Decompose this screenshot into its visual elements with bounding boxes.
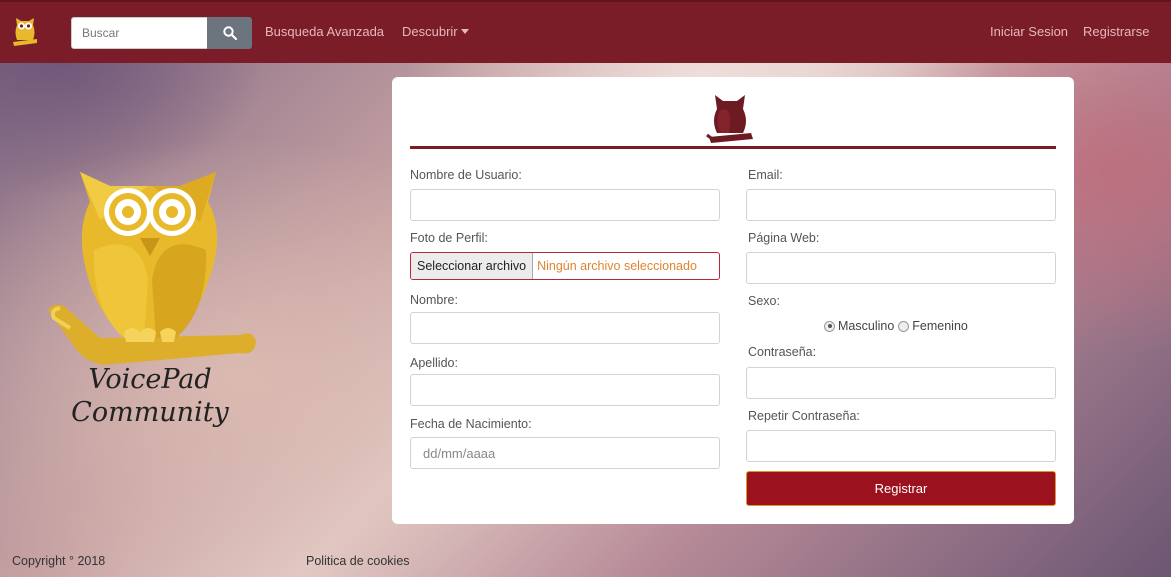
brand-line2: Community xyxy=(71,397,229,428)
register-card: Nombre de Usuario: Foto de Perfil: Selec… xyxy=(392,77,1074,524)
profile-photo-file-input[interactable]: Seleccionar archivo Ningún archivo selec… xyxy=(410,252,720,280)
name-label: Nombre: xyxy=(410,293,458,307)
repeat-password-label: Repetir Contraseña: xyxy=(748,409,860,423)
caret-down-icon xyxy=(460,29,469,34)
search-button[interactable] xyxy=(207,17,252,49)
password-input[interactable] xyxy=(746,367,1056,399)
radio-masculino-label[interactable]: Masculino xyxy=(838,319,894,333)
owl-logo-icon[interactable] xyxy=(12,12,38,52)
website-label: Página Web: xyxy=(748,231,820,245)
choose-file-button[interactable]: Seleccionar archivo xyxy=(411,253,534,279)
discover-label: Descubrir xyxy=(402,24,458,39)
username-input[interactable] xyxy=(410,189,720,221)
radio-femenino-label[interactable]: Femenino xyxy=(912,319,968,333)
navbar: Busqueda Avanzada Descubrir Iniciar Sesi… xyxy=(0,0,1171,63)
radio-femenino[interactable] xyxy=(898,320,910,332)
copyright-text: Copyright ° 2018 xyxy=(12,554,106,568)
brand-wordmark: VoicePad Community xyxy=(40,363,260,429)
register-link[interactable]: Registrarse xyxy=(1083,24,1149,39)
sex-radio-group: Masculino Femenino xyxy=(824,319,968,333)
email-input[interactable] xyxy=(746,189,1056,221)
search-form xyxy=(71,17,252,49)
photo-label: Foto de Perfil: xyxy=(410,231,488,245)
name-input[interactable] xyxy=(410,312,720,344)
surname-label: Apellido: xyxy=(410,356,458,370)
email-label: Email: xyxy=(748,168,783,182)
register-submit-button[interactable]: Registrar xyxy=(746,471,1056,506)
password-label: Contraseña: xyxy=(748,345,817,359)
surname-input[interactable] xyxy=(410,374,720,406)
owl-emblem-icon xyxy=(706,95,753,143)
radio-masculino[interactable] xyxy=(824,320,835,332)
birthdate-label: Fecha de Nacimiento: xyxy=(410,417,532,431)
voicepad-owl-logo xyxy=(48,172,256,365)
file-status-text: Ningún archivo seleccionado xyxy=(537,259,697,273)
sex-label: Sexo: xyxy=(748,294,780,308)
login-link[interactable]: Iniciar Sesion xyxy=(990,24,1068,39)
search-input[interactable] xyxy=(71,17,207,49)
search-icon xyxy=(222,26,237,40)
discover-dropdown[interactable]: Descubrir xyxy=(402,24,469,39)
username-label: Nombre de Usuario: xyxy=(410,168,522,182)
brand-line1: VoicePad xyxy=(88,364,212,395)
repeat-password-input[interactable] xyxy=(746,430,1056,462)
card-divider xyxy=(410,146,1056,149)
advanced-search-link[interactable]: Busqueda Avanzada xyxy=(265,24,384,39)
website-input[interactable] xyxy=(746,252,1056,284)
cookies-policy-link[interactable]: Politica de cookies xyxy=(306,554,410,568)
birthdate-input[interactable] xyxy=(410,437,720,469)
